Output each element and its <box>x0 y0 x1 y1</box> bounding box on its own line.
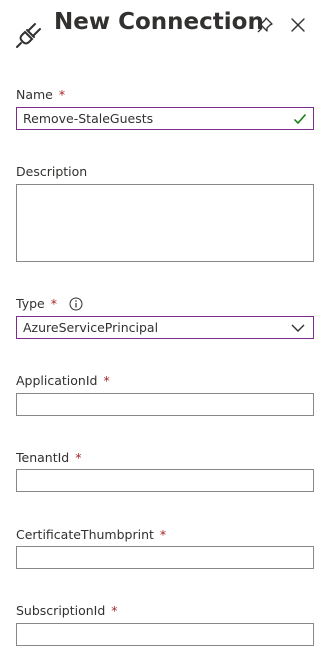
name-label: Name * <box>16 87 65 102</box>
required-marker: * <box>75 450 82 465</box>
name-label-text: Name <box>16 87 53 102</box>
description-label: Description <box>16 164 88 179</box>
required-marker: * <box>103 373 110 388</box>
tenant-id-label: TenantId * <box>16 450 81 465</box>
tenant-id-input[interactable] <box>16 469 314 492</box>
plug-icon <box>16 23 41 48</box>
required-marker: * <box>111 603 118 618</box>
name-value: Remove-StaleGuests <box>23 111 154 126</box>
pin-icon[interactable] <box>256 16 274 34</box>
required-marker: * <box>58 87 66 102</box>
page-title: New Connection <box>54 9 264 35</box>
type-label-text: Type <box>16 296 45 311</box>
type-select[interactable]: AzureServicePrincipal <box>16 316 314 339</box>
name-input[interactable]: Remove-StaleGuests <box>16 107 314 130</box>
blade-header: New Connection <box>0 0 331 60</box>
chevron-down-icon <box>291 324 305 332</box>
required-marker: * <box>159 527 167 542</box>
certificate-thumbprint-label-text: CertificateThumbprint <box>16 527 154 542</box>
application-id-input[interactable] <box>16 393 314 416</box>
subscription-id-label-text: SubscriptionId <box>16 603 106 618</box>
description-field[interactable] <box>16 184 314 262</box>
info-icon[interactable] <box>69 297 83 311</box>
type-selected-value: AzureServicePrincipal <box>23 320 159 335</box>
type-label: Type * <box>16 296 83 311</box>
close-icon[interactable] <box>289 16 307 34</box>
required-marker: * <box>50 296 57 311</box>
subscription-id-input[interactable] <box>16 623 314 646</box>
tenant-id-label-text: TenantId <box>16 450 70 465</box>
subscription-id-label: SubscriptionId * <box>16 603 118 618</box>
application-id-label: ApplicationId * <box>16 373 110 388</box>
application-id-label-text: ApplicationId <box>16 373 98 388</box>
checkmark-icon <box>293 114 307 125</box>
certificate-thumbprint-label: CertificateThumbprint * <box>16 527 166 542</box>
certificate-thumbprint-input[interactable] <box>16 546 314 569</box>
